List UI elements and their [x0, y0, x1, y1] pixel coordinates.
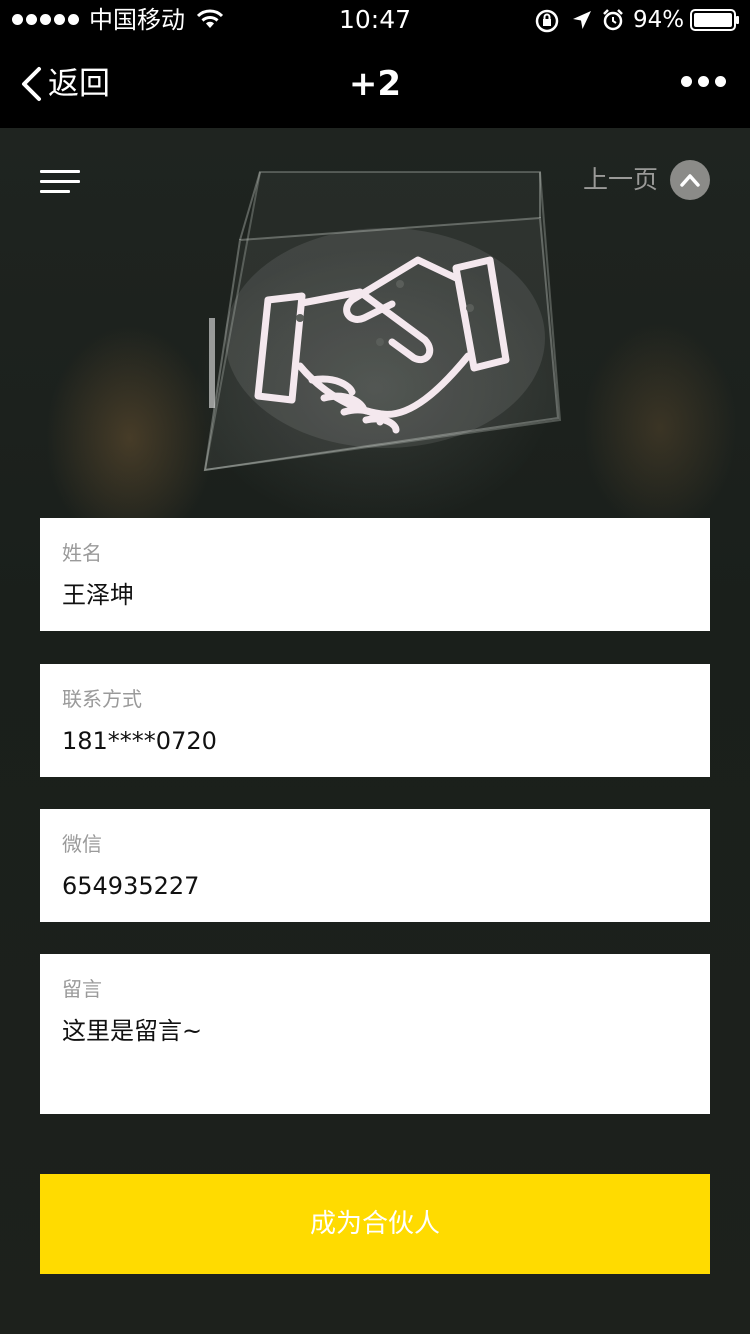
chevron-up-icon: [670, 160, 710, 200]
wechat-field[interactable]: 微信 654935227: [40, 809, 710, 922]
battery-percent: 94%: [633, 7, 685, 33]
location-icon: [573, 11, 591, 29]
content-area: 上一页 姓名 王泽坤 联系方式 181****0720 微信 654935227…: [0, 128, 750, 1334]
nav-bar: 返回 +2: [0, 40, 750, 128]
alarm-icon: [603, 9, 623, 31]
contact-label: 联系方式: [62, 687, 142, 711]
message-value[interactable]: 这里是留言~: [62, 1016, 202, 1046]
wechat-label: 微信: [62, 832, 102, 856]
more-dots-icon[interactable]: [681, 76, 726, 87]
prev-page-label: 上一页: [582, 165, 658, 194]
become-partner-button[interactable]: 成为合伙人: [40, 1174, 710, 1274]
battery-icon: [690, 9, 739, 31]
message-field[interactable]: 留言 这里是留言~: [40, 954, 710, 1114]
wechat-value[interactable]: 654935227: [62, 871, 199, 901]
page-title: +2: [348, 64, 402, 104]
screen: 中国移动 10:47 94% 返回 +2 上一页 姓名 王泽坤 联系方式 181…: [0, 0, 750, 1334]
name-field[interactable]: 姓名 王泽坤: [40, 518, 710, 631]
menu-icon[interactable]: [40, 170, 80, 194]
status-bar: 中国移动 10:47 94%: [0, 0, 750, 40]
rotation-lock-icon: [535, 9, 559, 33]
name-label: 姓名: [62, 541, 102, 565]
prev-page-button[interactable]: 上一页: [583, 160, 710, 200]
name-value[interactable]: 王泽坤: [62, 580, 134, 610]
contact-value[interactable]: 181****0720: [62, 726, 217, 756]
message-label: 留言: [62, 977, 102, 1001]
contact-field[interactable]: 联系方式 181****0720: [40, 664, 710, 777]
